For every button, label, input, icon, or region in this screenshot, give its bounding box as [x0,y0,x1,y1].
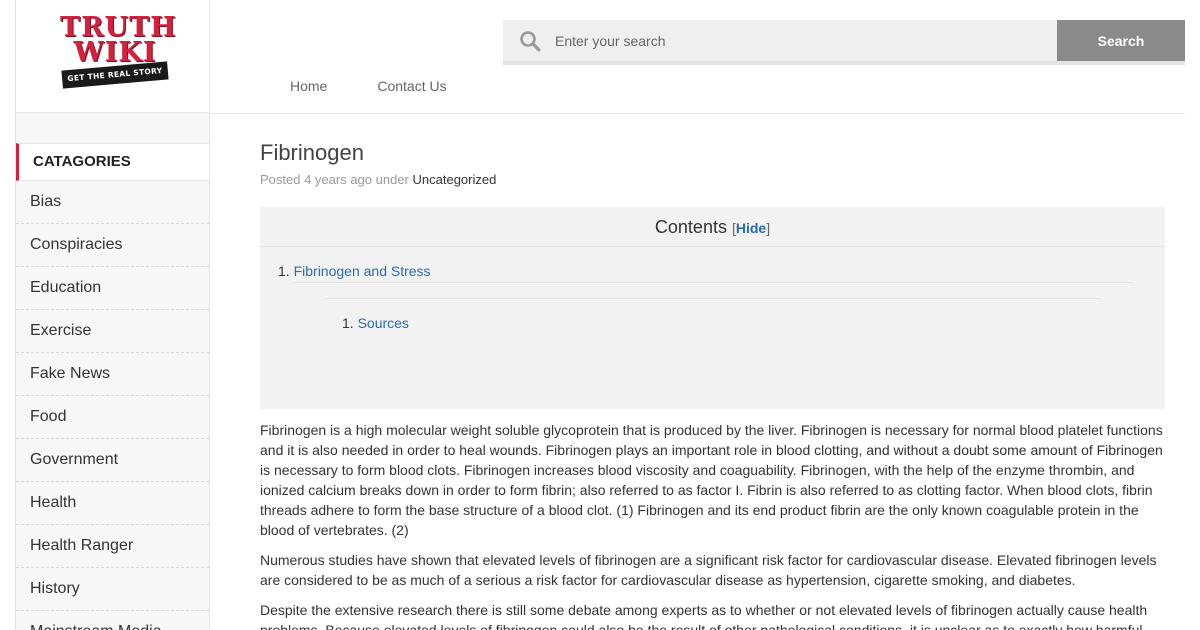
header-divider [210,113,1185,114]
nav-item-contact-us[interactable]: Contact Us [377,78,446,94]
search-box [503,20,1057,61]
article-paragraph: Numerous studies have shown that elevate… [260,552,1157,588]
category-item-bias[interactable]: Bias [16,181,209,224]
category-item-government[interactable]: Government [16,439,209,482]
toc-hide-toggle[interactable]: Hide [736,220,766,236]
post-meta: Posted 4 years ago under Uncategorized [260,172,1165,187]
category-item-conspiracies[interactable]: Conspiracies [16,224,209,267]
toc-divider [292,282,1133,283]
main-nav: Home Contact Us [290,78,447,94]
toc-header: Contents [Hide] [260,207,1165,247]
category-item-education[interactable]: Education [16,267,209,310]
category-item-health-ranger[interactable]: Health Ranger [16,525,209,568]
category-item-food[interactable]: Food [16,396,209,439]
category-item-health[interactable]: Health [16,482,209,525]
site-logo[interactable]: TRUTH WIKI GET THE REAL STORY [60,14,176,90]
nav-item-home[interactable]: Home [290,78,327,94]
post-meta-prefix: Posted 4 years ago under [260,172,409,187]
toc-link-fibrinogen-and-stress[interactable]: Fibrinogen and Stress [294,263,431,279]
table-of-contents: Contents [Hide] 1. Fibrinogen and Stress… [260,207,1165,409]
post-category-link[interactable]: Uncategorized [413,172,497,187]
toc-link-sources[interactable]: Sources [358,315,409,331]
category-item-exercise[interactable]: Exercise [16,310,209,353]
category-item-history[interactable]: History [16,568,209,611]
logo-area: TRUTH WIKI GET THE REAL STORY [16,0,209,113]
toc-title: Contents [654,217,727,237]
search-input[interactable] [555,20,1050,61]
category-item-mainstream-media[interactable]: Mainstream Media [16,611,209,630]
toc-item: 1. Fibrinogen and Stress [278,263,431,279]
toc-item-number: 1. [278,263,290,279]
category-list: Bias Conspiracies Education Exercise Fak… [16,181,209,630]
sidebar: TRUTH WIKI GET THE REAL STORY CATAGORIES… [15,0,210,630]
search-button[interactable]: Search [1057,20,1185,61]
search-icon [520,31,541,52]
article: Fibrinogen Posted 4 years ago under Unca… [260,140,1165,630]
page-title: Fibrinogen [260,140,364,165]
article-paragraph: Fibrinogen is a high molecular weight so… [260,422,1163,538]
categories-heading: CATAGORIES [16,143,209,181]
toc-item-number: 1. [342,315,354,331]
toc-item: 1. Sources [342,315,409,331]
article-paragraph: Despite the extensive research there is … [260,602,1148,630]
toc-divider [324,298,1101,299]
category-item-fake-news[interactable]: Fake News [16,353,209,396]
search-bar: Search [503,20,1185,65]
